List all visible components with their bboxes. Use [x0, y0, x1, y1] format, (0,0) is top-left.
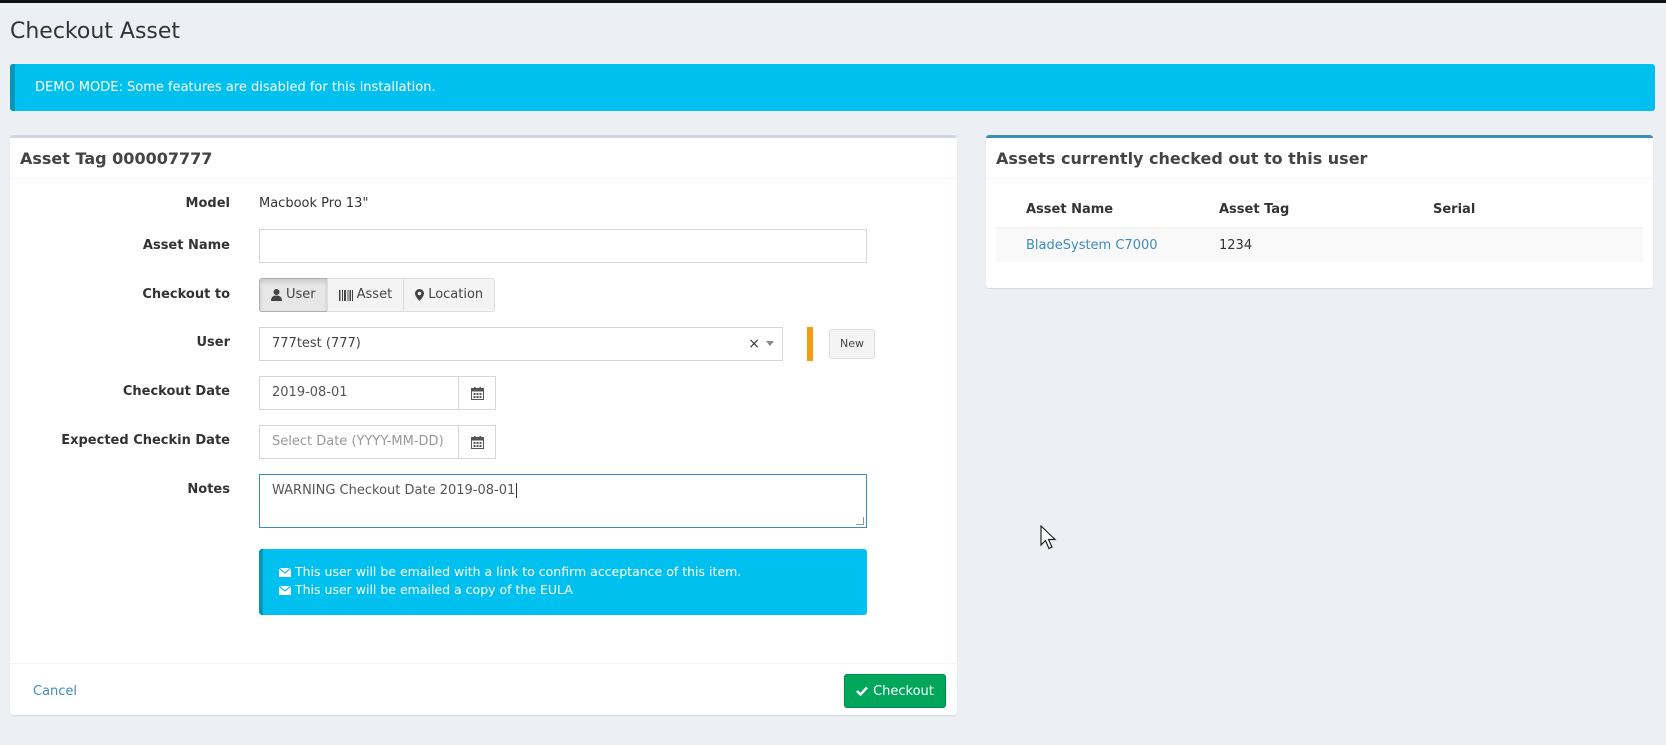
form-header: Asset Tag 000007777 [10, 138, 957, 179]
user-label: User [196, 335, 230, 350]
serial-cell [1403, 228, 1643, 262]
mouse-cursor-icon [1040, 525, 1057, 550]
user-icon [271, 289, 282, 301]
column-header-serial[interactable]: Serial [1403, 192, 1643, 229]
asset-link[interactable]: BladeSystem C7000 [1026, 238, 1158, 253]
table-row: BladeSystem C7000 1234 [996, 228, 1643, 262]
checkout-to-user-button[interactable]: User [259, 278, 328, 312]
calendar-icon [470, 435, 484, 449]
table-header-row: Asset Name Asset Tag Serial [996, 192, 1643, 229]
column-header-asset-tag[interactable]: Asset Tag [1189, 192, 1403, 229]
checkout-to-location-button[interactable]: Location [403, 278, 496, 312]
model-value: Macbook Pro 13" [259, 196, 369, 211]
required-indicator [807, 327, 813, 361]
barcode-icon [338, 289, 353, 301]
notes-label: Notes [187, 482, 230, 497]
calendar-icon [470, 386, 484, 400]
chevron-down-icon[interactable] [766, 341, 774, 346]
form-footer: Cancel Checkout [10, 663, 957, 718]
checkout-date-input[interactable]: 2019-08-01 [259, 376, 459, 410]
asset-name-label: Asset Name [142, 238, 230, 253]
checkout-date-picker-button[interactable] [458, 376, 496, 410]
demo-mode-alert: DEMO MODE: Some features are disabled fo… [10, 64, 1655, 111]
user-select[interactable]: 777test (777) × [259, 327, 783, 361]
checkout-button-label: Checkout [873, 683, 934, 699]
user-select-value: 777test (777) [272, 336, 361, 351]
checkout-to-asset-label: Asset [356, 287, 393, 302]
resize-handle-icon[interactable] [856, 517, 864, 525]
checkout-form-box: Asset Tag 000007777 Model Macbook Pro 13… [10, 135, 957, 715]
email-notice-line-2: This user will be emailed a copy of the … [279, 581, 851, 599]
clear-selection-icon[interactable]: × [748, 328, 760, 360]
cancel-link[interactable]: Cancel [33, 684, 77, 699]
assigned-assets-box: Assets currently checked out to this use… [986, 135, 1653, 288]
envelope-icon [279, 567, 291, 577]
column-header-asset-name[interactable]: Asset Name [996, 192, 1189, 229]
model-label: Model [185, 196, 230, 211]
asset-name-input[interactable] [259, 229, 867, 263]
email-notice-text-1: This user will be emailed with a link to… [295, 564, 742, 579]
expected-checkin-picker-button[interactable] [458, 425, 496, 459]
email-notice-text-2: This user will be emailed a copy of the … [295, 582, 573, 597]
assigned-assets-header: Assets currently checked out to this use… [986, 138, 1653, 179]
checkout-date-label: Checkout Date [122, 384, 230, 399]
checkout-button[interactable]: Checkout [844, 674, 946, 708]
page-title: Checkout Asset [10, 19, 181, 44]
check-icon [856, 686, 868, 696]
notes-text: WARNING Checkout Date 2019-08-01 [272, 483, 516, 498]
asset-name-cell: BladeSystem C7000 [996, 228, 1189, 262]
checkout-to-location-label: Location [428, 287, 484, 302]
map-marker-icon [415, 289, 425, 301]
asset-tag-cell: 1234 [1189, 228, 1403, 262]
new-user-button[interactable]: New [829, 329, 875, 359]
checkout-to-label: Checkout to [142, 287, 230, 302]
expected-checkin-label: Expected Checkin Date [61, 433, 230, 448]
checkout-to-user-label: User [286, 287, 316, 302]
envelope-icon [279, 585, 291, 595]
email-notice-alert: This user will be emailed with a link to… [259, 549, 867, 615]
expected-checkin-input[interactable]: Select Date (YYYY-MM-DD) [259, 425, 459, 459]
notes-textarea[interactable]: WARNING Checkout Date 2019-08-01​ [259, 474, 867, 528]
text-caret: ​ [516, 483, 518, 498]
checkout-to-toggle: User Asset Location [259, 278, 496, 312]
email-notice-line-1: This user will be emailed with a link to… [279, 563, 851, 581]
checkout-to-asset-button[interactable]: Asset [326, 278, 405, 312]
assigned-assets-table: Asset Name Asset Tag Serial BladeSystem … [996, 192, 1643, 262]
